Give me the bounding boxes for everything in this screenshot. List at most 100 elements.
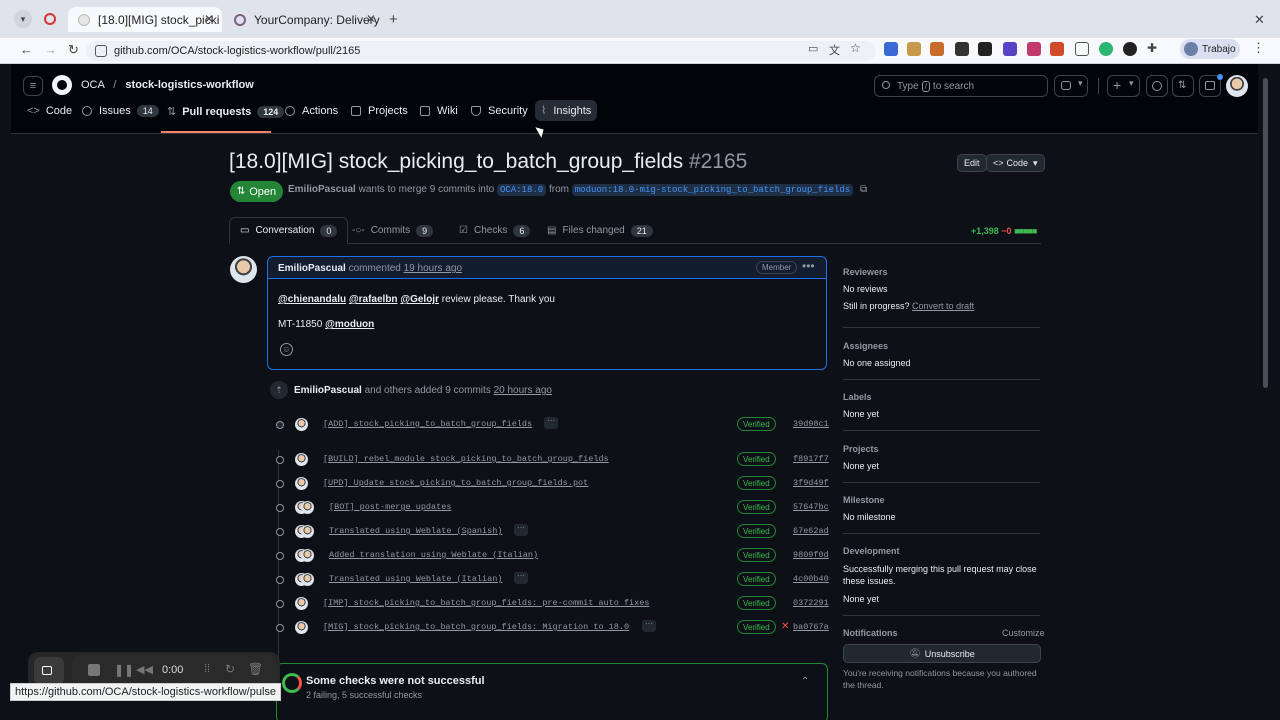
tab-pull-request[interactable]: [18.0][MIG] stock_picki ✕ bbox=[68, 7, 222, 32]
copilot-button[interactable]: ▾ bbox=[1054, 75, 1088, 97]
close-window-icon[interactable]: ✕ bbox=[1254, 12, 1265, 28]
commit-message[interactable]: Translated using Weblate (Spanish) bbox=[329, 526, 502, 536]
verified-badge[interactable]: Verified bbox=[737, 620, 776, 634]
bookmark-star-icon[interactable]: ☆ bbox=[850, 41, 861, 55]
back-icon[interactable]: ← bbox=[20, 42, 33, 57]
commit-message[interactable]: [UPD] Update stock_picking_to_batch_grou… bbox=[323, 478, 588, 488]
event-time[interactable]: 20 hours ago bbox=[494, 385, 552, 396]
pause-icon[interactable]: ❚❚ bbox=[114, 663, 134, 677]
tab-odoo[interactable]: YourCompany: Delivery ✕ bbox=[224, 7, 384, 32]
milestone-heading[interactable]: Milestone bbox=[843, 495, 885, 505]
mention-link[interactable]: @chienandalu bbox=[278, 294, 346, 305]
extension-icon[interactable] bbox=[978, 42, 992, 56]
extension-icon[interactable] bbox=[930, 42, 944, 56]
expand-commit-icon[interactable]: ··· bbox=[514, 524, 529, 536]
tab-pull-requests[interactable]: ⇅ Pull requests 124 bbox=[167, 105, 285, 118]
mention-link[interactable]: @rafaelbn bbox=[349, 294, 398, 305]
verified-badge[interactable]: Verified bbox=[737, 596, 776, 610]
user-avatar[interactable] bbox=[1226, 75, 1248, 97]
commit-sha[interactable]: 9809f0d bbox=[793, 550, 829, 560]
tab-actions[interactable]: Actions bbox=[285, 105, 338, 117]
grid-icon[interactable]: ⁞⁞ bbox=[204, 663, 210, 675]
committer-avatar[interactable] bbox=[301, 549, 314, 562]
commit-sha[interactable]: 0372291 bbox=[793, 598, 829, 608]
expand-commit-icon[interactable]: ··· bbox=[544, 417, 559, 429]
committer-avatar[interactable] bbox=[295, 453, 308, 466]
committer-avatar[interactable] bbox=[295, 621, 308, 634]
expand-commit-icon[interactable]: ··· bbox=[642, 620, 656, 632]
extension-icon[interactable] bbox=[1075, 42, 1089, 56]
new-tab-button[interactable]: + bbox=[389, 11, 398, 28]
extension-icon[interactable] bbox=[884, 42, 898, 56]
expand-commit-icon[interactable]: ··· bbox=[514, 572, 529, 584]
development-heading[interactable]: Development bbox=[843, 546, 900, 556]
extensions-puzzle-icon[interactable]: ✚ bbox=[1147, 41, 1157, 55]
verified-badge[interactable]: Verified bbox=[737, 417, 776, 431]
committer-avatar[interactable] bbox=[295, 597, 308, 610]
commit-sha[interactable]: f8917f7 bbox=[793, 454, 829, 464]
extension-icon[interactable] bbox=[1123, 42, 1137, 56]
comment-author[interactable]: EmilioPascual bbox=[278, 263, 346, 274]
cast-icon[interactable]: ▭ bbox=[808, 42, 818, 55]
extension-icon[interactable] bbox=[907, 42, 921, 56]
committer-avatar[interactable] bbox=[295, 418, 308, 431]
repo-link[interactable]: stock-logistics-workflow bbox=[125, 79, 253, 91]
tab-issues[interactable]: Issues 14 bbox=[82, 105, 159, 117]
add-reaction-icon[interactable]: ☺ bbox=[280, 343, 293, 356]
search-input[interactable]: Type / to search bbox=[874, 75, 1048, 97]
extension-icon[interactable] bbox=[1050, 42, 1064, 56]
verified-badge[interactable]: Verified bbox=[737, 476, 776, 490]
hamburger-menu-icon[interactable]: ≡ bbox=[23, 76, 43, 96]
verified-badge[interactable]: Verified bbox=[737, 548, 776, 562]
tab-files-changed[interactable]: ▤ Files changed 21 bbox=[547, 217, 653, 244]
mention-link[interactable]: @moduon bbox=[325, 319, 374, 330]
profile-button[interactable]: Trabajo bbox=[1180, 39, 1240, 59]
close-tab-icon[interactable]: ✕ bbox=[204, 12, 214, 26]
site-info-icon[interactable] bbox=[95, 45, 107, 57]
committer-avatar[interactable] bbox=[301, 525, 314, 538]
commit-sha[interactable]: 3f9d49f bbox=[793, 478, 829, 488]
extension-icon[interactable] bbox=[1027, 42, 1041, 56]
commit-message[interactable]: [ADD] stock_picking_to_batch_group_field… bbox=[323, 419, 532, 429]
issues-button[interactable] bbox=[1146, 75, 1168, 97]
commit-sha[interactable]: 4c00b40 bbox=[793, 574, 829, 584]
tab-code[interactable]: <> Code bbox=[27, 105, 72, 117]
notifications-button[interactable] bbox=[1199, 74, 1223, 97]
tab-conversation[interactable]: ▭ Conversation 0 bbox=[229, 217, 349, 244]
pull-requests-button[interactable]: ⇅ bbox=[1172, 75, 1194, 97]
stop-icon[interactable] bbox=[88, 664, 100, 676]
org-link[interactable]: OCA bbox=[81, 79, 104, 91]
create-new-button[interactable]: + ▾ bbox=[1107, 75, 1140, 97]
reviewers-heading[interactable]: Reviewers bbox=[843, 267, 888, 277]
tab-security[interactable]: Security bbox=[471, 105, 528, 117]
commit-sha[interactable]: 67e62ad bbox=[793, 526, 829, 536]
extension-icon[interactable] bbox=[1099, 42, 1113, 56]
author-avatar[interactable] bbox=[230, 256, 257, 283]
github-logo-icon[interactable] bbox=[52, 75, 72, 95]
committer-avatar[interactable] bbox=[301, 573, 314, 586]
close-tab-icon[interactable]: ✕ bbox=[366, 12, 376, 26]
redo-icon[interactable]: ↻ bbox=[225, 662, 235, 676]
comment-time[interactable]: 19 hours ago bbox=[404, 263, 462, 274]
extension-icon[interactable] bbox=[1003, 42, 1017, 56]
rewind-icon[interactable]: ◀◀ bbox=[136, 663, 153, 676]
committer-avatar[interactable] bbox=[295, 477, 308, 490]
edit-button[interactable]: Edit bbox=[957, 154, 987, 172]
pr-author[interactable]: EmilioPascual bbox=[288, 184, 356, 195]
scrollbar-thumb[interactable] bbox=[1263, 78, 1268, 388]
reload-icon[interactable]: ↻ bbox=[68, 42, 79, 58]
x-fail-icon[interactable]: ✕ bbox=[781, 621, 789, 632]
translate-icon[interactable]: 文 bbox=[829, 42, 840, 58]
url-input[interactable]: github.com/OCA/stock-logistics-workflow/… bbox=[86, 41, 876, 61]
kebab-menu-icon[interactable]: ••• bbox=[802, 259, 815, 273]
forward-icon[interactable]: → bbox=[44, 42, 57, 57]
committer-avatar[interactable] bbox=[301, 501, 314, 514]
extension-icon[interactable] bbox=[955, 42, 969, 56]
chevron-up-icon[interactable]: ⌃ bbox=[801, 676, 809, 687]
commit-sha[interactable]: ba0767a bbox=[793, 622, 829, 632]
tab-insights[interactable]: ⌇ Insights bbox=[535, 100, 598, 121]
trash-icon[interactable]: 🗑︎ bbox=[248, 662, 263, 676]
verified-badge[interactable]: Verified bbox=[737, 452, 776, 466]
verified-badge[interactable]: Verified bbox=[737, 524, 776, 538]
unsubscribe-button[interactable]: 🔕︎ Unsubscribe bbox=[843, 644, 1041, 663]
